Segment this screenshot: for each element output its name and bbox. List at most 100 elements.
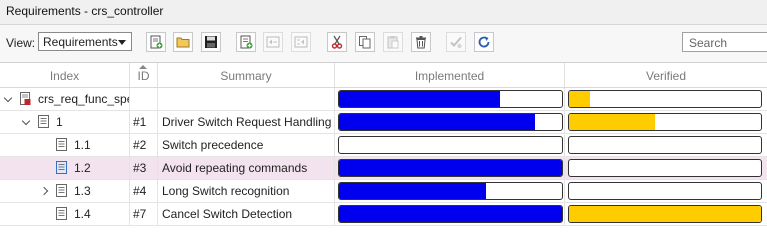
search-input[interactable] <box>687 34 767 52</box>
verified-progress-fill <box>569 206 761 222</box>
view-label: View: <box>6 36 36 50</box>
toolbar: View: Requirements <box>0 25 767 63</box>
implemented-progress-fill <box>339 91 500 107</box>
refresh-button[interactable] <box>474 32 494 52</box>
demote-icon <box>294 36 308 48</box>
requirement-icon <box>56 161 67 174</box>
summary-cell: Avoid repeating commands <box>158 157 335 179</box>
implemented-progress-fill <box>339 114 536 130</box>
index-cell: 1 <box>0 111 130 133</box>
requirements-table: Index ID Summary Implemented Verified cr… <box>0 63 767 226</box>
id-cell: #1 <box>130 111 158 133</box>
add-requirement-button[interactable] <box>236 32 256 52</box>
summary-cell <box>158 88 335 110</box>
index-label: 1.4 <box>74 207 91 221</box>
verified-progress-bar <box>568 182 762 200</box>
save-icon <box>205 36 217 48</box>
table-header: Index ID Summary Implemented Verified <box>0 63 767 88</box>
scissors-icon <box>331 35 343 49</box>
index-cell: 1.4 <box>0 203 130 225</box>
index-label: 1.1 <box>74 138 91 152</box>
view-dropdown-value: Requirements <box>43 35 118 49</box>
implemented-cell <box>335 88 565 110</box>
open-button[interactable] <box>173 32 193 52</box>
verified-cell <box>565 203 767 225</box>
trash-icon <box>416 36 426 49</box>
table-row[interactable]: 1.1 #2 Switch precedence <box>0 134 767 157</box>
verified-progress-bar <box>568 136 762 154</box>
verified-cell <box>565 157 767 179</box>
summary-cell: Cancel Switch Detection <box>158 203 335 225</box>
implemented-progress-bar <box>338 205 563 223</box>
chevron-down-icon[interactable] <box>21 116 31 126</box>
index-label: 1 <box>56 115 63 129</box>
chevron-down-icon <box>118 40 126 45</box>
copy-button[interactable] <box>355 32 375 52</box>
add-requirement-set-icon <box>150 35 163 49</box>
id-cell: #3 <box>130 157 158 179</box>
requirement-icon <box>56 207 67 220</box>
req-set-file-icon <box>20 92 31 105</box>
window-title: Requirements - crs_controller <box>6 4 164 18</box>
cut-button[interactable] <box>327 32 347 52</box>
implemented-progress-bar <box>338 113 563 131</box>
verified-cell <box>565 111 767 133</box>
requirement-icon <box>56 138 67 151</box>
implemented-cell <box>335 134 565 156</box>
table-row[interactable]: crs_req_func_spec <box>0 88 767 111</box>
index-cell: crs_req_func_spec <box>0 88 130 110</box>
implemented-progress-bar <box>338 136 563 154</box>
index-label: 1.2 <box>74 161 91 175</box>
table-row[interactable]: 1.4 #7 Cancel Switch Detection <box>0 203 767 226</box>
id-cell: #7 <box>130 203 158 225</box>
table-row[interactable]: 1.2 #3 Avoid repeating commands <box>0 157 767 180</box>
implemented-progress-bar <box>338 90 563 108</box>
view-dropdown[interactable]: Requirements <box>38 32 132 51</box>
search-box[interactable] <box>682 32 767 52</box>
implemented-progress-fill <box>339 206 562 222</box>
verified-progress-fill <box>569 114 656 130</box>
summary-cell: Long Switch recognition <box>158 180 335 202</box>
column-header-summary[interactable]: Summary <box>158 63 335 87</box>
column-header-verified[interactable]: Verified <box>565 63 767 87</box>
save-button[interactable] <box>201 32 221 52</box>
promote-icon <box>266 36 280 48</box>
paste-button[interactable] <box>383 32 403 52</box>
implemented-progress-fill <box>339 183 487 199</box>
delete-button[interactable] <box>411 32 431 52</box>
title-bar: Requirements - crs_controller <box>0 0 767 25</box>
implemented-cell <box>335 157 565 179</box>
index-cell: 1.3 <box>0 180 130 202</box>
column-header-implemented[interactable]: Implemented <box>335 63 565 87</box>
promote-button[interactable] <box>263 32 283 52</box>
copy-icon <box>359 36 371 49</box>
verify-button[interactable] <box>446 32 466 52</box>
verified-progress-fill <box>569 91 591 107</box>
demote-button[interactable] <box>291 32 311 52</box>
add-requirement-icon <box>240 35 253 49</box>
implemented-progress-bar <box>338 159 563 177</box>
verified-progress-bar <box>568 90 762 108</box>
chevron-down-icon[interactable] <box>3 93 13 103</box>
folder-icon <box>176 37 190 48</box>
id-cell <box>130 88 158 110</box>
requirement-icon <box>38 115 49 128</box>
implemented-progress-fill <box>339 160 562 176</box>
table-row[interactable]: 1 #1 Driver Switch Request Handling <box>0 111 767 134</box>
refresh-icon <box>478 36 490 48</box>
verified-progress-bar <box>568 205 762 223</box>
column-header-index[interactable]: Index <box>0 63 130 87</box>
verified-cell <box>565 134 767 156</box>
index-cell: 1.2 <box>0 157 130 179</box>
index-label: crs_req_func_spec <box>38 92 130 106</box>
verified-progress-bar <box>568 113 762 131</box>
verified-cell <box>565 180 767 202</box>
table-row[interactable]: 1.3 #4 Long Switch recognition <box>0 180 767 203</box>
verify-icon <box>450 36 462 49</box>
summary-cell: Switch precedence <box>158 134 335 156</box>
requirement-icon <box>56 184 67 197</box>
add-requirement-set-button[interactable] <box>146 32 166 52</box>
chevron-right-icon[interactable] <box>39 186 49 196</box>
implemented-cell <box>335 111 565 133</box>
id-cell: #4 <box>130 180 158 202</box>
